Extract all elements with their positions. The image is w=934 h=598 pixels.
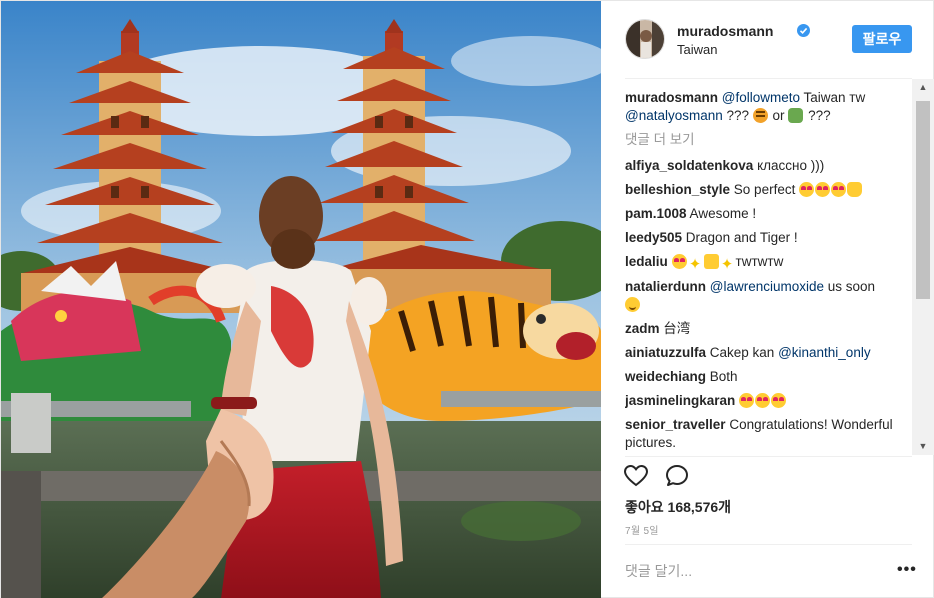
comment-text: 台湾 bbox=[659, 321, 691, 336]
ok-hand-emoji-icon bbox=[847, 182, 863, 197]
list-item: weidechiang Both bbox=[625, 368, 910, 386]
heart-eyes-emoji-icon bbox=[755, 393, 771, 408]
caption-text-3: or bbox=[768, 108, 789, 123]
sparkles-emoji-icon: ✦ bbox=[688, 256, 702, 273]
list-item: zadm 台湾 bbox=[625, 320, 910, 338]
scroll-thumb[interactable] bbox=[916, 101, 930, 299]
avatar[interactable] bbox=[625, 19, 665, 59]
caption-mention-followmeto[interactable]: @followmeto bbox=[722, 90, 800, 105]
heart-eyes-emoji-icon bbox=[831, 182, 847, 197]
comment-username[interactable]: natalierdunn bbox=[625, 279, 706, 294]
comment-mention[interactable]: @lawrenciumoxide bbox=[706, 279, 824, 294]
comments-divider bbox=[625, 456, 912, 457]
post-image bbox=[1, 1, 601, 598]
footer-divider bbox=[625, 544, 912, 545]
post-location[interactable]: Taiwan bbox=[677, 42, 717, 57]
smile-emoji-icon bbox=[625, 297, 640, 312]
comment-mention[interactable]: @kinanthi_only bbox=[778, 345, 871, 360]
post-date[interactable]: 7월 5일 bbox=[625, 522, 659, 537]
add-comment-input[interactable] bbox=[625, 561, 885, 581]
load-more-comments[interactable]: 댓글 더 보기 bbox=[625, 131, 910, 149]
tiger-emoji-icon bbox=[752, 108, 768, 123]
heart-eyes-emoji-icon bbox=[771, 393, 787, 408]
heart-eyes-emoji-icon bbox=[671, 254, 687, 269]
comment-username[interactable]: pam.1008 bbox=[625, 206, 687, 221]
list-item: pam.1008 Awesome ! bbox=[625, 205, 910, 223]
comments-scrollbar[interactable]: ▲ ▼ bbox=[912, 79, 934, 455]
post-actions bbox=[623, 463, 743, 493]
comment-text: Both bbox=[706, 369, 738, 384]
comment-username[interactable]: ainiatuzzulfa bbox=[625, 345, 706, 360]
scroll-down-arrow-icon[interactable]: ▼ bbox=[912, 438, 934, 455]
caption-text: Taiwan тw bbox=[800, 90, 866, 105]
more-options-icon[interactable]: ••• bbox=[897, 562, 917, 578]
comment-bubble-icon[interactable] bbox=[664, 463, 690, 489]
follow-button[interactable]: 팔로우 bbox=[852, 25, 912, 53]
list-item: leedy505 Dragon and Tiger ! bbox=[625, 229, 910, 247]
comment-username[interactable]: senior_traveller bbox=[625, 417, 726, 432]
comment-text: Cakep kan bbox=[706, 345, 779, 360]
post-username[interactable]: muradosmann bbox=[677, 23, 773, 39]
comment-text: So perfect bbox=[730, 182, 800, 197]
post-header: muradosmann Taiwan 팔로우 bbox=[625, 15, 915, 65]
dragon-emoji-icon bbox=[788, 108, 804, 123]
scroll-up-arrow-icon[interactable]: ▲ bbox=[912, 79, 934, 96]
comment-username[interactable]: zadm bbox=[625, 321, 660, 336]
sparkles-emoji-icon: ✦ bbox=[720, 256, 734, 273]
heart-eyes-emoji-icon bbox=[739, 393, 755, 408]
caption-text-4: ??? bbox=[804, 108, 831, 123]
header-divider bbox=[625, 78, 912, 79]
list-item: senior_traveller Congratulations! Wonder… bbox=[625, 416, 910, 452]
caption: muradosmann @followmeto Taiwan тw @natal… bbox=[625, 89, 910, 125]
likes-count[interactable]: 좋아요 168,576개 bbox=[625, 497, 731, 517]
heart-eyes-emoji-icon bbox=[815, 182, 831, 197]
comment-username[interactable]: alfiya_soldatenkova bbox=[625, 158, 753, 173]
comment-text: Dragon and Tiger ! bbox=[682, 230, 798, 245]
heart-icon[interactable] bbox=[623, 463, 649, 489]
instagram-post: muradosmann Taiwan 팔로우 muradosmann @foll… bbox=[0, 0, 934, 598]
comment-username[interactable]: ledaliu bbox=[625, 254, 668, 269]
comment-text: тwтwтw bbox=[735, 254, 784, 269]
caption-username[interactable]: muradosmann bbox=[625, 90, 718, 105]
caption-mention-natalyosmann[interactable]: @natalyosmann bbox=[625, 108, 723, 123]
post-photo[interactable] bbox=[1, 1, 601, 598]
list-item: natalierdunn @lawrenciumoxide us soon bbox=[625, 278, 910, 314]
comment-text: us soon bbox=[824, 279, 876, 294]
verified-badge-icon bbox=[797, 24, 810, 37]
list-item: alfiya_soldatenkova классно ))) bbox=[625, 157, 910, 175]
list-item: ainiatuzzulfa Cakep kan @kinanthi_only bbox=[625, 344, 910, 362]
heart-eyes-emoji-icon bbox=[799, 182, 815, 197]
list-item: belleshion_style So perfect bbox=[625, 181, 910, 199]
comment-username[interactable]: leedy505 bbox=[625, 230, 682, 245]
list-item: ledaliu ✦ ✦ тwтwтw bbox=[625, 253, 910, 272]
comments-list[interactable]: muradosmann @followmeto Taiwan тw @natal… bbox=[625, 89, 910, 455]
list-item: jasminelingkaran bbox=[625, 392, 910, 410]
comment-username[interactable]: belleshion_style bbox=[625, 182, 730, 197]
comment-username[interactable]: jasminelingkaran bbox=[625, 393, 735, 408]
comment-username[interactable]: weidechiang bbox=[625, 369, 706, 384]
caption-text-2: ??? bbox=[722, 108, 753, 123]
comment-text: Awesome ! bbox=[686, 206, 757, 221]
thumbs-up-emoji-icon bbox=[703, 254, 719, 269]
comment-text: классно ))) bbox=[753, 158, 825, 173]
